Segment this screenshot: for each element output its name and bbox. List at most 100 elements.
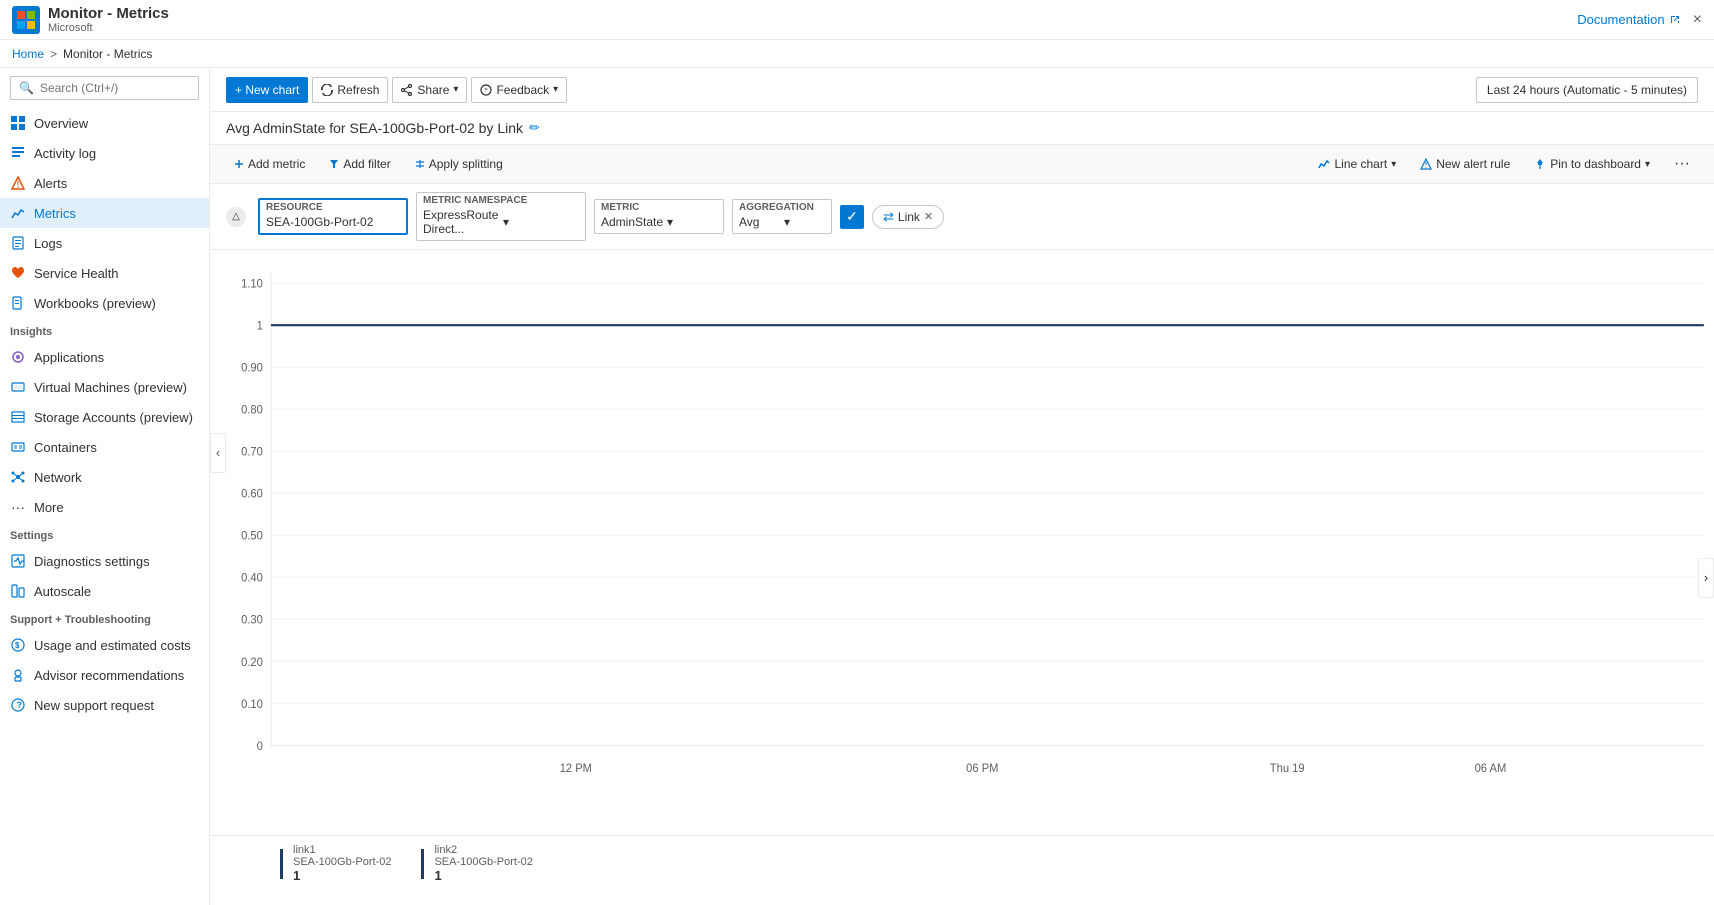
sidebar-item-advisor[interactable]: Advisor recommendations — [0, 660, 209, 690]
app-title-group: Monitor - Metrics Microsoft — [48, 5, 169, 34]
search-icon: 🔍 — [19, 81, 34, 95]
chevron-right-icon: › — [1704, 570, 1708, 585]
legend-link2-value: 1 — [434, 868, 532, 883]
feedback-button[interactable]: Feedback ▾ — [471, 77, 567, 103]
sidebar-item-overview[interactable]: Overview — [0, 108, 209, 138]
sidebar-item-support[interactable]: ? New support request — [0, 690, 209, 720]
sidebar-item-logs[interactable]: Logs — [0, 228, 209, 258]
pin-to-dashboard-button[interactable]: Pin to dashboard ▾ — [1526, 153, 1658, 175]
more-options-button[interactable]: ··· — [1666, 151, 1698, 177]
svg-text:0: 0 — [257, 739, 264, 753]
metric-selector[interactable]: METRIC AdminState ▾ — [594, 199, 724, 234]
apply-splitting-button[interactable]: Apply splitting — [407, 153, 511, 175]
add-metric-button[interactable]: Add metric — [226, 153, 313, 175]
sidebar-search-container: 🔍 — [0, 68, 209, 108]
toolbar-left-group: + New chart Refresh Share ▾ Feedback ▾ — [226, 77, 567, 103]
sidebar-item-overview-label: Overview — [34, 116, 88, 131]
usage-icon: $ — [10, 637, 26, 653]
sidebar-item-virtual-machines[interactable]: Virtual Machines (preview) — [0, 372, 209, 402]
new-alert-rule-button[interactable]: New alert rule — [1412, 153, 1518, 175]
topbar-left: Monitor - Metrics Microsoft — [12, 5, 169, 34]
confirm-metric-button[interactable]: ✓ — [840, 205, 864, 229]
sidebar-item-workbooks[interactable]: Workbooks (preview) — [0, 288, 209, 318]
scope-up-button[interactable]: △ — [226, 207, 246, 227]
svg-text:Thu 19: Thu 19 — [1270, 762, 1305, 776]
namespace-selector[interactable]: METRIC NAMESPACE ExpressRoute Direct... … — [416, 192, 586, 241]
pin-chevron-icon: ▾ — [1645, 159, 1650, 170]
feedback-icon — [480, 84, 492, 96]
alert-rule-icon — [1420, 158, 1432, 170]
aggregation-label: AGGREGATION — [733, 200, 831, 213]
aggregation-selector[interactable]: AGGREGATION Avg ▾ — [732, 199, 832, 234]
chart-area: 1.10 1 0.90 0.80 0.70 0.60 0.50 0.40 0.3… — [210, 250, 1714, 905]
legend-link2-sub: SEA-100Gb-Port-02 — [434, 856, 532, 868]
refresh-button[interactable]: Refresh — [312, 77, 388, 103]
documentation-link[interactable]: Documentation — [1577, 12, 1680, 27]
logs-icon — [10, 235, 26, 251]
sidebar-item-usage-costs[interactable]: $ Usage and estimated costs — [0, 630, 209, 660]
link-chip[interactable]: ⇄ Link ✕ — [872, 205, 944, 229]
svg-text:0.30: 0.30 — [241, 613, 263, 627]
sidebar: 🔍 Overview Activity log Alerts — [0, 68, 210, 905]
close-button[interactable]: × — [1693, 11, 1702, 29]
sidebar-collapse-button[interactable]: ‹ — [210, 433, 226, 473]
expand-right-button[interactable]: › — [1698, 558, 1714, 598]
new-chart-button[interactable]: + New chart — [226, 77, 308, 103]
search-box[interactable]: 🔍 — [10, 76, 199, 100]
breadcrumb-home[interactable]: Home — [12, 47, 44, 61]
sidebar-item-containers[interactable]: Containers — [0, 432, 209, 462]
app-logo — [12, 6, 40, 34]
sidebar-item-storage-accounts-label: Storage Accounts (preview) — [34, 410, 193, 425]
filter-bar: Add metric Add filter Apply splitting Li… — [210, 145, 1714, 184]
sidebar-item-network[interactable]: Network — [0, 462, 209, 492]
add-filter-button[interactable]: Add filter — [321, 153, 398, 175]
time-range-button[interactable]: Last 24 hours (Automatic - 5 minutes) — [1476, 77, 1698, 103]
svg-text:0.20: 0.20 — [241, 655, 263, 669]
pin-icon — [1534, 158, 1546, 170]
heart-icon — [10, 265, 26, 281]
chart-toolbar: + New chart Refresh Share ▾ Feedback ▾ L… — [210, 68, 1714, 112]
sidebar-item-storage-accounts[interactable]: Storage Accounts (preview) — [0, 402, 209, 432]
namespace-label: METRIC NAMESPACE — [417, 193, 585, 206]
sidebar-item-alerts[interactable]: Alerts — [0, 168, 209, 198]
topbar-right: Documentation × — [1577, 11, 1702, 29]
chart-title: Avg AdminState for SEA-100Gb-Port-02 by … — [226, 120, 1698, 136]
edit-title-icon[interactable]: ✏ — [529, 120, 540, 136]
filter-icon — [329, 159, 339, 169]
sidebar-item-virtual-machines-label: Virtual Machines (preview) — [34, 380, 187, 395]
sidebar-item-metrics-label: Metrics — [34, 206, 76, 221]
line-chart-icon — [1318, 158, 1330, 170]
sidebar-item-service-health[interactable]: Service Health — [0, 258, 209, 288]
search-input[interactable] — [40, 81, 190, 95]
link-chip-close-icon[interactable]: ✕ — [924, 210, 933, 223]
svg-text:0.70: 0.70 — [241, 445, 263, 459]
app-title: Monitor - Metrics — [48, 5, 169, 22]
link-chip-icon: ⇄ — [883, 209, 894, 225]
svg-text:1: 1 — [257, 319, 263, 333]
sidebar-item-applications[interactable]: Applications — [0, 342, 209, 372]
toolbar-right-group: Last 24 hours (Automatic - 5 minutes) — [1476, 77, 1698, 103]
resource-selector[interactable]: RESOURCE SEA-100Gb-Port-02 — [258, 198, 408, 235]
sidebar-item-autoscale[interactable]: Autoscale — [0, 576, 209, 606]
share-button[interactable]: Share ▾ — [392, 77, 467, 103]
sidebar-item-activity-log[interactable]: Activity log — [0, 138, 209, 168]
svg-text:0.50: 0.50 — [241, 529, 263, 543]
sidebar-item-more[interactable]: ··· More — [0, 492, 209, 522]
chevron-left-icon: ‹ — [216, 445, 220, 460]
namespace-chevron-icon: ▾ — [503, 215, 579, 229]
link-chip-label: Link — [898, 210, 920, 224]
line-chart-button[interactable]: Line chart ▾ — [1310, 153, 1404, 175]
sidebar-item-diagnostics[interactable]: Diagnostics settings — [0, 546, 209, 576]
sidebar-item-metrics[interactable]: Metrics — [0, 198, 209, 228]
legend-color-link1 — [280, 849, 283, 879]
metrics-icon — [10, 205, 26, 221]
svg-text:06 AM: 06 AM — [1475, 762, 1507, 776]
legend-item-link1: link1 SEA-100Gb-Port-02 1 — [280, 844, 391, 883]
resource-value: SEA-100Gb-Port-02 — [266, 215, 400, 229]
svg-text:0.40: 0.40 — [241, 571, 263, 585]
chart-title-text: Avg AdminState for SEA-100Gb-Port-02 by … — [226, 120, 523, 136]
sidebar-item-diagnostics-label: Diagnostics settings — [34, 554, 150, 569]
advisor-icon — [10, 667, 26, 683]
legend-link1-value: 1 — [293, 868, 391, 883]
svg-text:?: ? — [17, 700, 23, 710]
